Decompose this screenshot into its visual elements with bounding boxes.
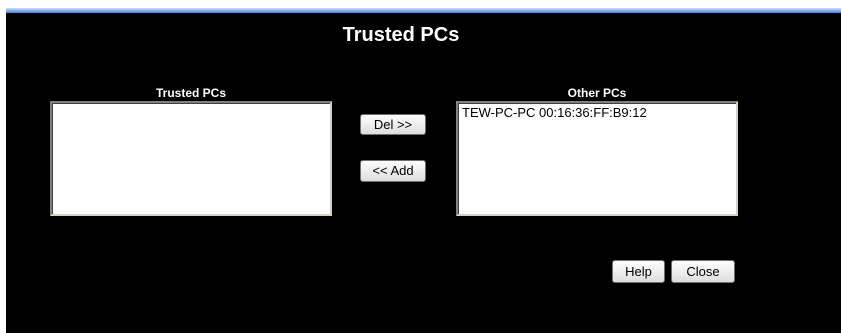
list-item[interactable]: TEW-PC-PC 00:16:36:FF:B9:12 <box>458 103 736 123</box>
help-button[interactable]: Help <box>612 260 665 283</box>
other-pcs-label: Other PCs <box>567 86 627 100</box>
dialog-panel: Trusted PCs Trusted PCs Del >> << Add Ot… <box>6 13 841 333</box>
dialog-window: Trusted PCs Trusted PCs Del >> << Add Ot… <box>0 0 841 333</box>
del-button[interactable]: Del >> <box>360 114 426 135</box>
close-button[interactable]: Close <box>671 260 735 283</box>
trusted-pcs-label: Trusted PCs <box>155 86 227 100</box>
top-margin <box>0 0 841 8</box>
trusted-pcs-listbox[interactable] <box>50 101 332 216</box>
add-button[interactable]: << Add <box>360 160 426 182</box>
other-pcs-listbox[interactable]: TEW-PC-PC 00:16:36:FF:B9:12 <box>456 101 738 216</box>
page-title: Trusted PCs <box>342 24 460 46</box>
